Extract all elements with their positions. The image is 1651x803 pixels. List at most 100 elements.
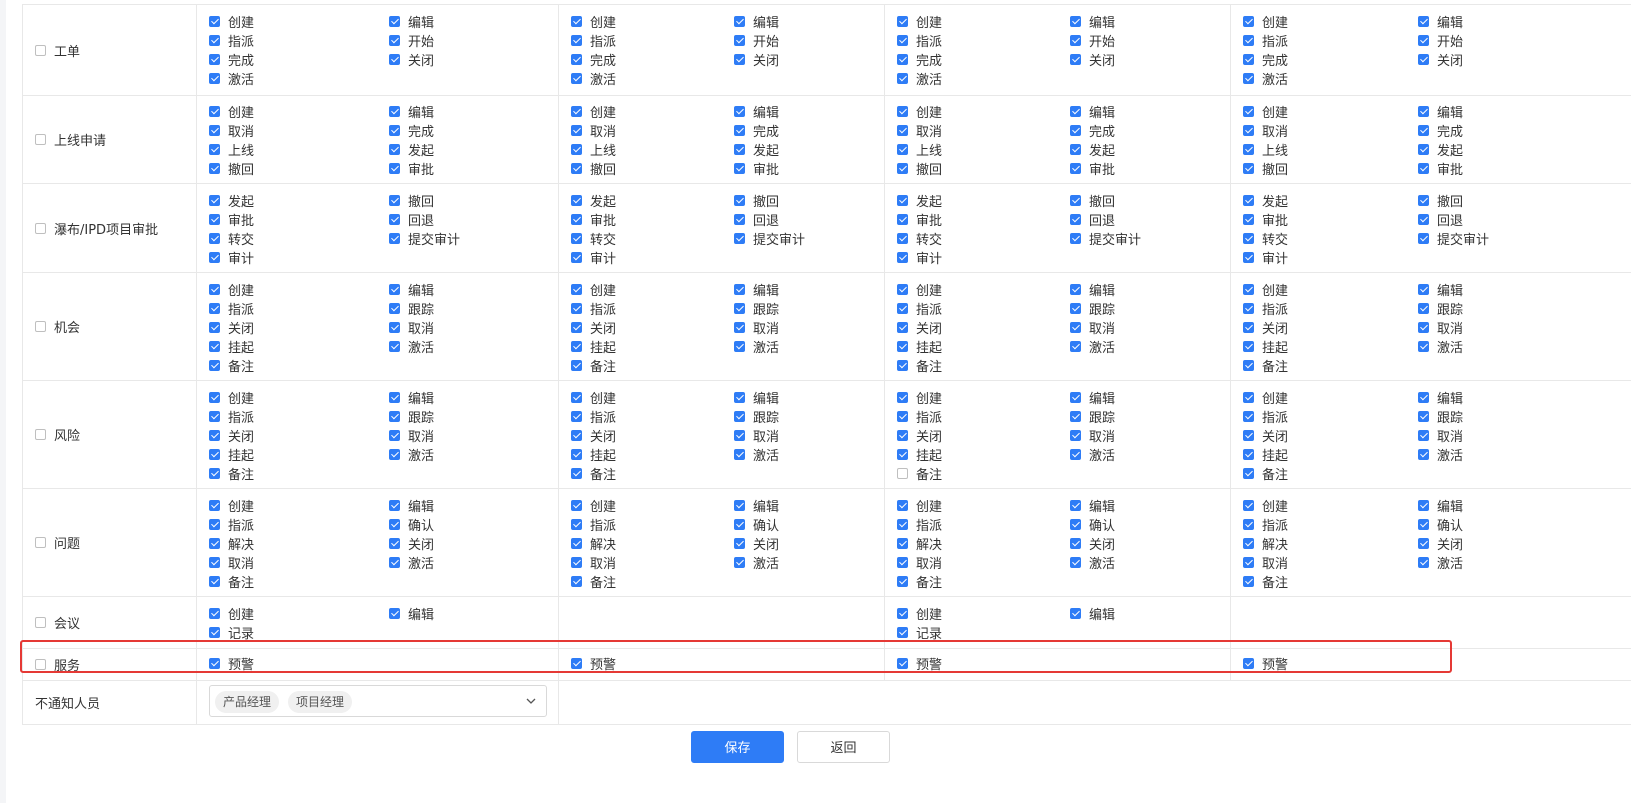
checkbox-checked[interactable]: [389, 519, 400, 530]
checkbox-checked[interactable]: [389, 163, 400, 174]
checkbox-checked[interactable]: [1418, 303, 1429, 314]
option-checkbox[interactable]: 解决: [1243, 534, 1288, 553]
option-checkbox[interactable]: 编辑: [1418, 388, 1463, 407]
checkbox-checked[interactable]: [389, 54, 400, 65]
option-checkbox[interactable]: 跟踪: [389, 407, 434, 426]
checkbox-checked[interactable]: [734, 500, 745, 511]
checkbox-checked[interactable]: [1243, 214, 1254, 225]
option-checkbox[interactable]: 创建: [209, 102, 254, 121]
checkbox-checked[interactable]: [1070, 125, 1081, 136]
checkbox-checked[interactable]: [209, 163, 220, 174]
option-checkbox[interactable]: 激活: [571, 69, 616, 88]
option-checkbox[interactable]: 关闭: [209, 426, 254, 445]
option-checkbox[interactable]: 发起: [1070, 140, 1115, 159]
checkbox-checked[interactable]: [1418, 322, 1429, 333]
checkbox-checked[interactable]: [734, 16, 745, 27]
option-checkbox[interactable]: 挂起: [571, 445, 616, 464]
option-checkbox[interactable]: 审计: [209, 248, 254, 267]
selected-tag[interactable]: 产品经理: [215, 691, 280, 713]
checkbox-checked[interactable]: [734, 430, 745, 441]
option-checkbox[interactable]: 转交: [1243, 229, 1288, 248]
checkbox-checked[interactable]: [1070, 519, 1081, 530]
option-checkbox[interactable]: 发起: [209, 191, 254, 210]
checkbox-checked[interactable]: [897, 284, 908, 295]
checkbox-checked[interactable]: [1070, 538, 1081, 549]
checkbox-checked[interactable]: [897, 449, 908, 460]
checkbox-checked[interactable]: [209, 144, 220, 155]
option-checkbox[interactable]: 完成: [1243, 50, 1288, 69]
checkbox-checked[interactable]: [209, 608, 220, 619]
option-checkbox[interactable]: 激活: [1070, 553, 1115, 572]
checkbox-checked[interactable]: [389, 411, 400, 422]
checkbox-checked[interactable]: [209, 430, 220, 441]
checkbox-checked[interactable]: [571, 106, 582, 117]
checkbox-checked[interactable]: [897, 411, 908, 422]
checkbox-checked[interactable]: [734, 144, 745, 155]
checkbox-checked[interactable]: [897, 54, 908, 65]
option-checkbox[interactable]: 解决: [571, 534, 616, 553]
option-checkbox[interactable]: 创建: [571, 388, 616, 407]
checkbox-checked[interactable]: [389, 557, 400, 568]
checkbox-checked[interactable]: [897, 163, 908, 174]
option-checkbox[interactable]: 创建: [1243, 496, 1288, 515]
checkbox-checked[interactable]: [1418, 233, 1429, 244]
option-checkbox[interactable]: 备注: [1243, 356, 1288, 375]
option-checkbox[interactable]: 编辑: [389, 604, 434, 623]
option-checkbox[interactable]: 备注: [571, 572, 616, 591]
checkbox-checked[interactable]: [734, 233, 745, 244]
checkbox-checked[interactable]: [1243, 125, 1254, 136]
option-checkbox[interactable]: 创建: [209, 12, 254, 31]
checkbox-unchecked[interactable]: [35, 222, 46, 234]
option-checkbox[interactable]: 上线: [1243, 140, 1288, 159]
option-checkbox[interactable]: 完成: [1070, 121, 1115, 140]
option-checkbox[interactable]: 指派: [209, 407, 254, 426]
checkbox-checked[interactable]: [1070, 144, 1081, 155]
option-checkbox[interactable]: 指派: [897, 299, 942, 318]
checkbox-checked[interactable]: [571, 195, 582, 206]
checkbox-checked[interactable]: [209, 360, 220, 371]
option-checkbox[interactable]: 挂起: [897, 337, 942, 356]
checkbox-checked[interactable]: [734, 538, 745, 549]
checkbox-checked[interactable]: [1070, 392, 1081, 403]
checkbox-checked[interactable]: [897, 500, 908, 511]
option-checkbox[interactable]: 取消: [1070, 426, 1115, 445]
option-checkbox[interactable]: 确认: [389, 515, 434, 534]
option-checkbox[interactable]: 编辑: [1070, 102, 1115, 121]
checkbox-checked[interactable]: [1243, 341, 1254, 352]
option-checkbox[interactable]: 关闭: [1070, 534, 1115, 553]
option-checkbox[interactable]: 关闭: [897, 426, 942, 445]
option-checkbox[interactable]: 预警: [209, 654, 254, 673]
checkbox-checked[interactable]: [1243, 303, 1254, 314]
option-checkbox[interactable]: 编辑: [389, 280, 434, 299]
checkbox-checked[interactable]: [897, 144, 908, 155]
option-checkbox[interactable]: 取消: [897, 121, 942, 140]
checkbox-checked[interactable]: [389, 500, 400, 511]
checkbox-checked[interactable]: [571, 303, 582, 314]
checkbox-checked[interactable]: [209, 341, 220, 352]
option-checkbox[interactable]: 发起: [897, 191, 942, 210]
option-checkbox[interactable]: 关闭: [389, 534, 434, 553]
option-checkbox[interactable]: 创建: [897, 280, 942, 299]
checkbox-checked[interactable]: [1070, 163, 1081, 174]
option-checkbox[interactable]: 备注: [897, 356, 942, 375]
save-button[interactable]: 保存: [691, 731, 784, 763]
checkbox-checked[interactable]: [1418, 519, 1429, 530]
checkbox-checked[interactable]: [734, 519, 745, 530]
checkbox-checked[interactable]: [1418, 195, 1429, 206]
option-checkbox[interactable]: 指派: [1243, 31, 1288, 50]
checkbox-checked[interactable]: [389, 303, 400, 314]
option-checkbox[interactable]: 备注: [897, 572, 942, 591]
option-checkbox[interactable]: 指派: [571, 515, 616, 534]
checkbox-checked[interactable]: [897, 430, 908, 441]
option-checkbox[interactable]: 跟踪: [1070, 299, 1115, 318]
checkbox-checked[interactable]: [1418, 538, 1429, 549]
checkbox-checked[interactable]: [1243, 284, 1254, 295]
option-checkbox[interactable]: 回退: [1070, 210, 1115, 229]
option-checkbox[interactable]: 激活: [1418, 337, 1463, 356]
option-checkbox[interactable]: 指派: [209, 299, 254, 318]
option-checkbox[interactable]: 挂起: [1243, 445, 1288, 464]
option-checkbox[interactable]: 审批: [1243, 210, 1288, 229]
option-checkbox[interactable]: 撤回: [209, 159, 254, 178]
checkbox-checked[interactable]: [1243, 360, 1254, 371]
checkbox-checked[interactable]: [571, 252, 582, 263]
